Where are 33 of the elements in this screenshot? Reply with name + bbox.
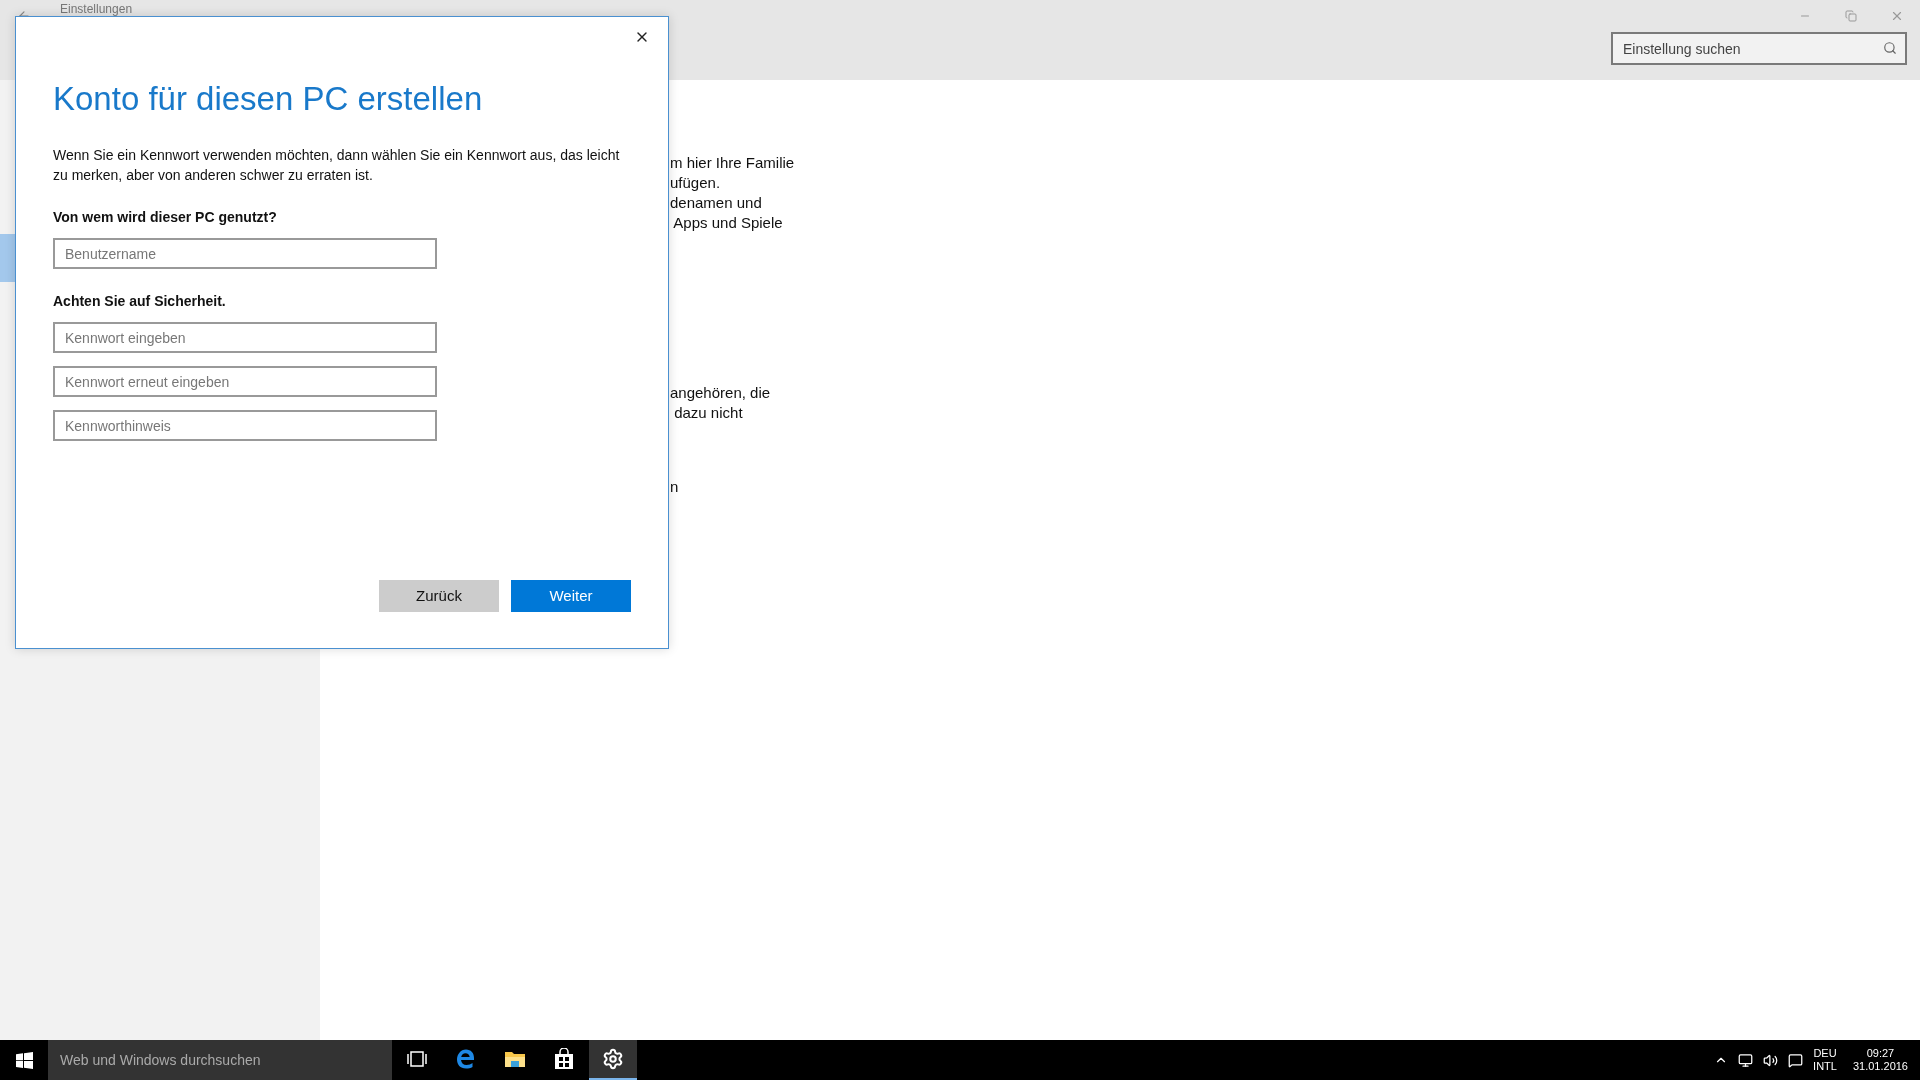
dialog-title: Konto für diesen PC erstellen <box>53 79 484 119</box>
next-button[interactable]: Weiter <box>511 580 631 612</box>
dialog-description: Wenn Sie ein Kennwort verwenden möchten, dann wählen Sie ein Kennwort aus, das leicht zu merken, aber von anderen schwer zu erraten ist. <box>53 146 621 185</box>
settings-text: n <box>670 477 680 497</box>
search-field[interactable]: Einstellung suchen <box>1611 32 1907 65</box>
settings-text: Apps und Spiele <box>672 213 784 233</box>
settings-text: angehören, die <box>670 383 772 403</box>
search-icon[interactable] <box>1883 41 1897 55</box>
windows-icon <box>15 1051 33 1069</box>
browser-icon <box>455 1048 477 1070</box>
notifications-icon[interactable] <box>1788 1052 1804 1068</box>
settings-text: ufügen. <box>670 173 722 193</box>
clock[interactable]: 09:27 31.01.2016 <box>1852 1047 1908 1073</box>
taskbar-search-field[interactable]: Web und Windows durchsuchen <box>48 1040 392 1080</box>
back-button[interactable]: Zurück <box>379 580 499 612</box>
language-indicator[interactable]: DEU INTL <box>1813 1047 1837 1073</box>
folder-icon <box>504 1049 526 1069</box>
settings-icon <box>602 1048 624 1070</box>
input-field[interactable]: Benutzername <box>53 238 437 269</box>
store-icon <box>554 1048 574 1070</box>
section-heading: Achten Sie auf Sicherheit. <box>53 292 227 311</box>
network-icon[interactable] <box>1738 1052 1754 1068</box>
input-field[interactable]: Kennworthinweis <box>53 410 437 441</box>
window-title: Einstellungen <box>60 1 133 18</box>
settings-text: dazu nicht <box>673 403 744 423</box>
input-field[interactable]: Kennwort eingeben <box>53 322 437 353</box>
settings-text: m hier Ihre Familie <box>670 153 795 173</box>
settings-text: denamen und <box>670 193 763 213</box>
task-view-icon <box>407 1051 427 1067</box>
input-field[interactable]: Kennwort erneut eingeben <box>53 366 437 397</box>
section-heading: Von wem wird dieser PC genutzt? <box>53 208 278 227</box>
taskbar-app[interactable] <box>589 1040 637 1080</box>
volume-icon[interactable] <box>1763 1052 1779 1068</box>
